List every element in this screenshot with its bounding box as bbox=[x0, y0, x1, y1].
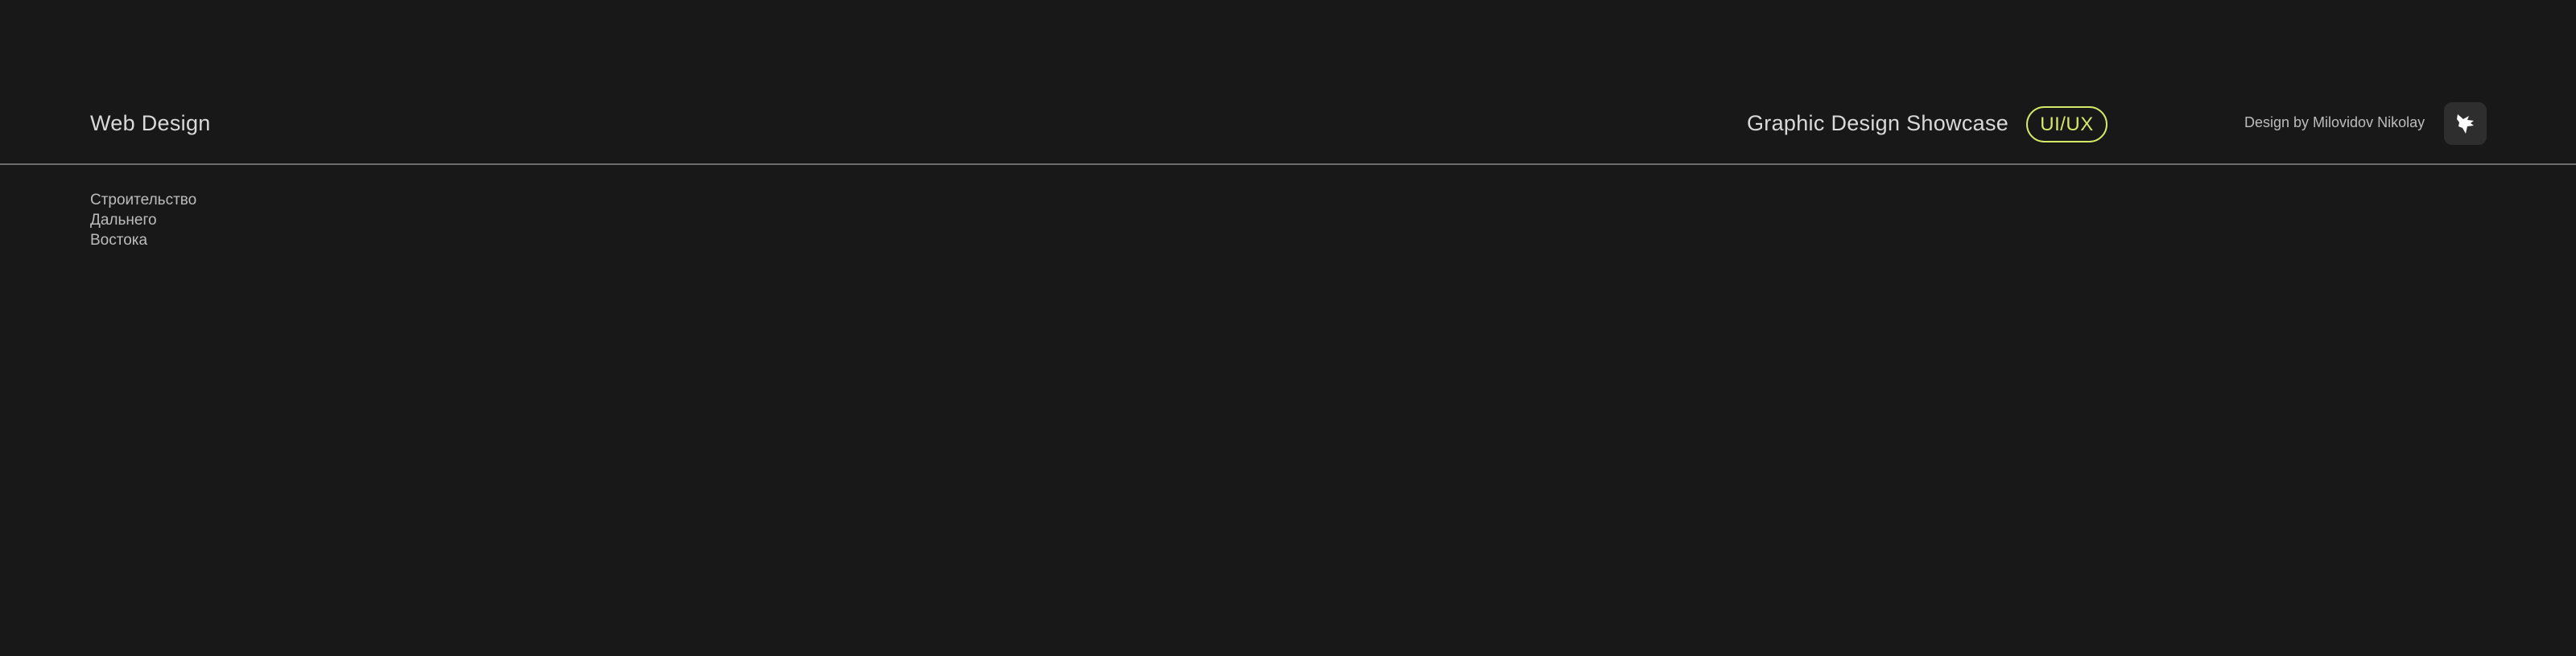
wolf-head-logo-icon bbox=[2456, 113, 2474, 134]
designer-credit: Design by Milovidov Nikolay bbox=[2244, 114, 2425, 130]
project-name-line: Строительство bbox=[90, 192, 197, 208]
project-name-line: Дальнего bbox=[90, 212, 157, 229]
project-name-line: Востока bbox=[90, 232, 148, 249]
section-title: Web Design bbox=[90, 111, 211, 135]
page: Web Design Graphic Design Showcase UI/UX… bbox=[0, 0, 2576, 656]
project-name: Строительство Дальнего Востока bbox=[90, 190, 196, 250]
category-tag[interactable]: UI/UX bbox=[2026, 106, 2107, 142]
header-divider bbox=[0, 163, 2576, 165]
showcase-title: Graphic Design Showcase bbox=[1747, 111, 2009, 135]
header: Web Design Graphic Design Showcase UI/UX… bbox=[0, 0, 2576, 164]
logo-button[interactable] bbox=[2444, 102, 2487, 145]
